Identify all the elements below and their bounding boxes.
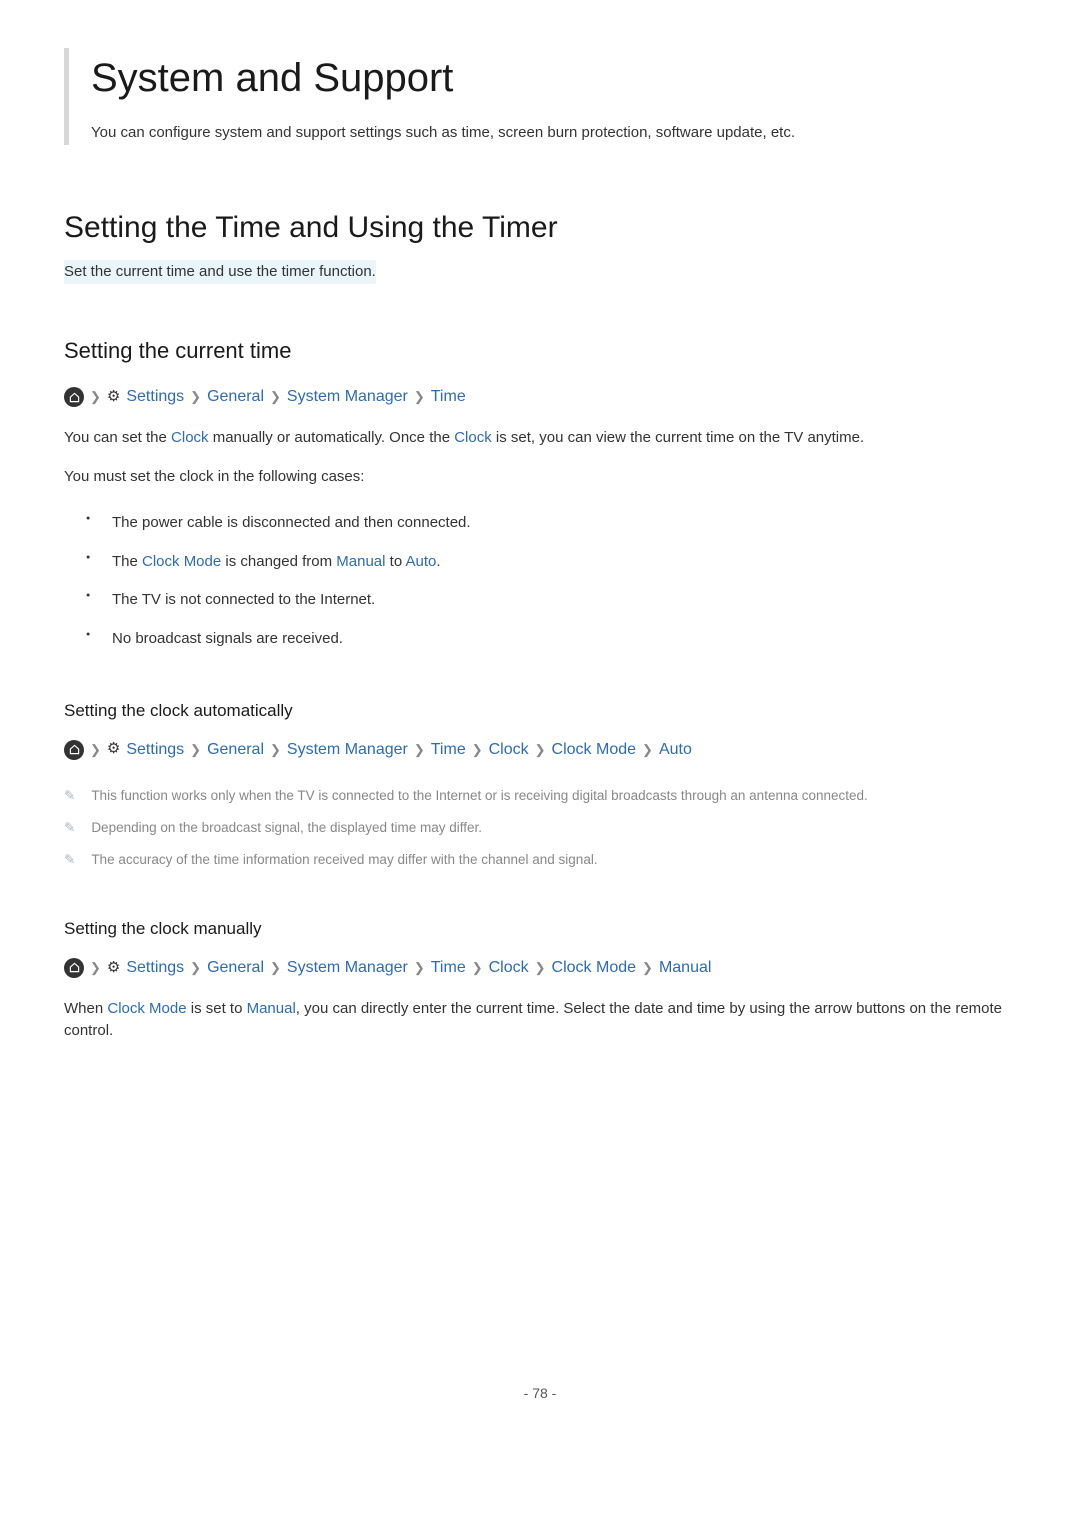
note-text: The accuracy of the time information rec… <box>91 850 597 870</box>
page-number: - 78 - <box>64 1383 1016 1404</box>
chevron-right-icon: ❯ <box>90 387 101 407</box>
subsubsection-heading: Setting the clock automatically <box>64 698 1016 724</box>
home-icon <box>64 387 84 407</box>
list-item: The power cable is disconnected and then… <box>96 504 1016 543</box>
breadcrumb-general[interactable]: General <box>207 956 264 980</box>
breadcrumb-2: ❯ ⚙ Settings ❯ General ❯ System Manager … <box>64 738 1016 762</box>
page-title: System and Support <box>91 48 1016 108</box>
gear-icon: ⚙ <box>107 957 120 980</box>
breadcrumb-1: ❯ ⚙ Settings ❯ General ❯ System Manager … <box>64 385 1016 409</box>
term-clock: Clock <box>454 429 492 446</box>
note: ✎ This function works only when the TV i… <box>64 780 1016 812</box>
chevron-right-icon: ❯ <box>642 958 653 978</box>
list-item: The TV is not connected to the Internet. <box>96 581 1016 620</box>
breadcrumb-settings[interactable]: Settings <box>126 738 184 762</box>
chevron-right-icon: ❯ <box>270 740 281 760</box>
text: You can set the <box>64 429 171 446</box>
term-manual: Manual <box>336 553 385 570</box>
breadcrumb-general[interactable]: General <box>207 385 264 409</box>
note-text: This function works only when the TV is … <box>91 786 867 806</box>
bullet-list: The power cable is disconnected and then… <box>64 504 1016 658</box>
breadcrumb-settings[interactable]: Settings <box>126 956 184 980</box>
breadcrumb-clock[interactable]: Clock <box>489 956 529 980</box>
home-icon <box>64 740 84 760</box>
text: is changed from <box>221 553 336 570</box>
paragraph: When Clock Mode is set to Manual, you ca… <box>64 998 1016 1043</box>
note-icon: ✎ <box>64 850 75 870</box>
breadcrumb-clock[interactable]: Clock <box>489 738 529 762</box>
term-manual: Manual <box>247 1000 296 1017</box>
note-icon: ✎ <box>64 786 75 806</box>
breadcrumb-general[interactable]: General <box>207 738 264 762</box>
chevron-right-icon: ❯ <box>535 958 546 978</box>
chevron-right-icon: ❯ <box>90 958 101 978</box>
chevron-right-icon: ❯ <box>414 387 425 407</box>
text: . <box>436 553 440 570</box>
breadcrumb-clock-mode[interactable]: Clock Mode <box>552 738 636 762</box>
text: When <box>64 1000 107 1017</box>
chevron-right-icon: ❯ <box>90 740 101 760</box>
breadcrumb-manual[interactable]: Manual <box>659 956 711 980</box>
breadcrumb-system-manager[interactable]: System Manager <box>287 385 408 409</box>
breadcrumb-auto[interactable]: Auto <box>659 738 692 762</box>
chevron-right-icon: ❯ <box>270 958 281 978</box>
section-heading: Setting the Time and Using the Timer <box>64 205 1016 250</box>
breadcrumb-system-manager[interactable]: System Manager <box>287 956 408 980</box>
title-block: System and Support You can configure sys… <box>64 48 1016 145</box>
chevron-right-icon: ❯ <box>414 740 425 760</box>
breadcrumb-time[interactable]: Time <box>431 738 466 762</box>
list-item: No broadcast signals are received. <box>96 620 1016 659</box>
list-item: The Clock Mode is changed from Manual to… <box>96 543 1016 582</box>
note-icon: ✎ <box>64 818 75 838</box>
term-clock: Clock <box>171 429 209 446</box>
chevron-right-icon: ❯ <box>535 740 546 760</box>
gear-icon: ⚙ <box>107 738 120 761</box>
paragraph: You must set the clock in the following … <box>64 466 1016 489</box>
term-auto: Auto <box>406 553 437 570</box>
chevron-right-icon: ❯ <box>642 740 653 760</box>
breadcrumb-system-manager[interactable]: System Manager <box>287 738 408 762</box>
text: The <box>112 553 142 570</box>
chevron-right-icon: ❯ <box>190 387 201 407</box>
chevron-right-icon: ❯ <box>270 387 281 407</box>
breadcrumb-time[interactable]: Time <box>431 956 466 980</box>
gear-icon: ⚙ <box>107 386 120 409</box>
chevron-right-icon: ❯ <box>472 740 483 760</box>
paragraph: You can set the Clock manually or automa… <box>64 427 1016 450</box>
note: ✎ The accuracy of the time information r… <box>64 844 1016 876</box>
subsection-heading: Setting the current time <box>64 334 1016 367</box>
term-clock-mode: Clock Mode <box>107 1000 186 1017</box>
breadcrumb-clock-mode[interactable]: Clock Mode <box>552 956 636 980</box>
subsubsection-heading: Setting the clock manually <box>64 916 1016 942</box>
text: to <box>385 553 405 570</box>
chevron-right-icon: ❯ <box>472 958 483 978</box>
text: is set, you can view the current time on… <box>492 429 864 446</box>
note-text: Depending on the broadcast signal, the d… <box>91 818 482 838</box>
breadcrumb-settings[interactable]: Settings <box>126 385 184 409</box>
section-summary: Set the current time and use the timer f… <box>64 260 376 285</box>
chevron-right-icon: ❯ <box>190 740 201 760</box>
chevron-right-icon: ❯ <box>190 958 201 978</box>
page-subtitle: You can configure system and support set… <box>91 122 1016 145</box>
home-icon <box>64 958 84 978</box>
note: ✎ Depending on the broadcast signal, the… <box>64 812 1016 844</box>
chevron-right-icon: ❯ <box>414 958 425 978</box>
breadcrumb-time[interactable]: Time <box>431 385 466 409</box>
text: manually or automatically. Once the <box>209 429 455 446</box>
breadcrumb-3: ❯ ⚙ Settings ❯ General ❯ System Manager … <box>64 956 1016 980</box>
text: is set to <box>187 1000 247 1017</box>
term-clock-mode: Clock Mode <box>142 553 221 570</box>
